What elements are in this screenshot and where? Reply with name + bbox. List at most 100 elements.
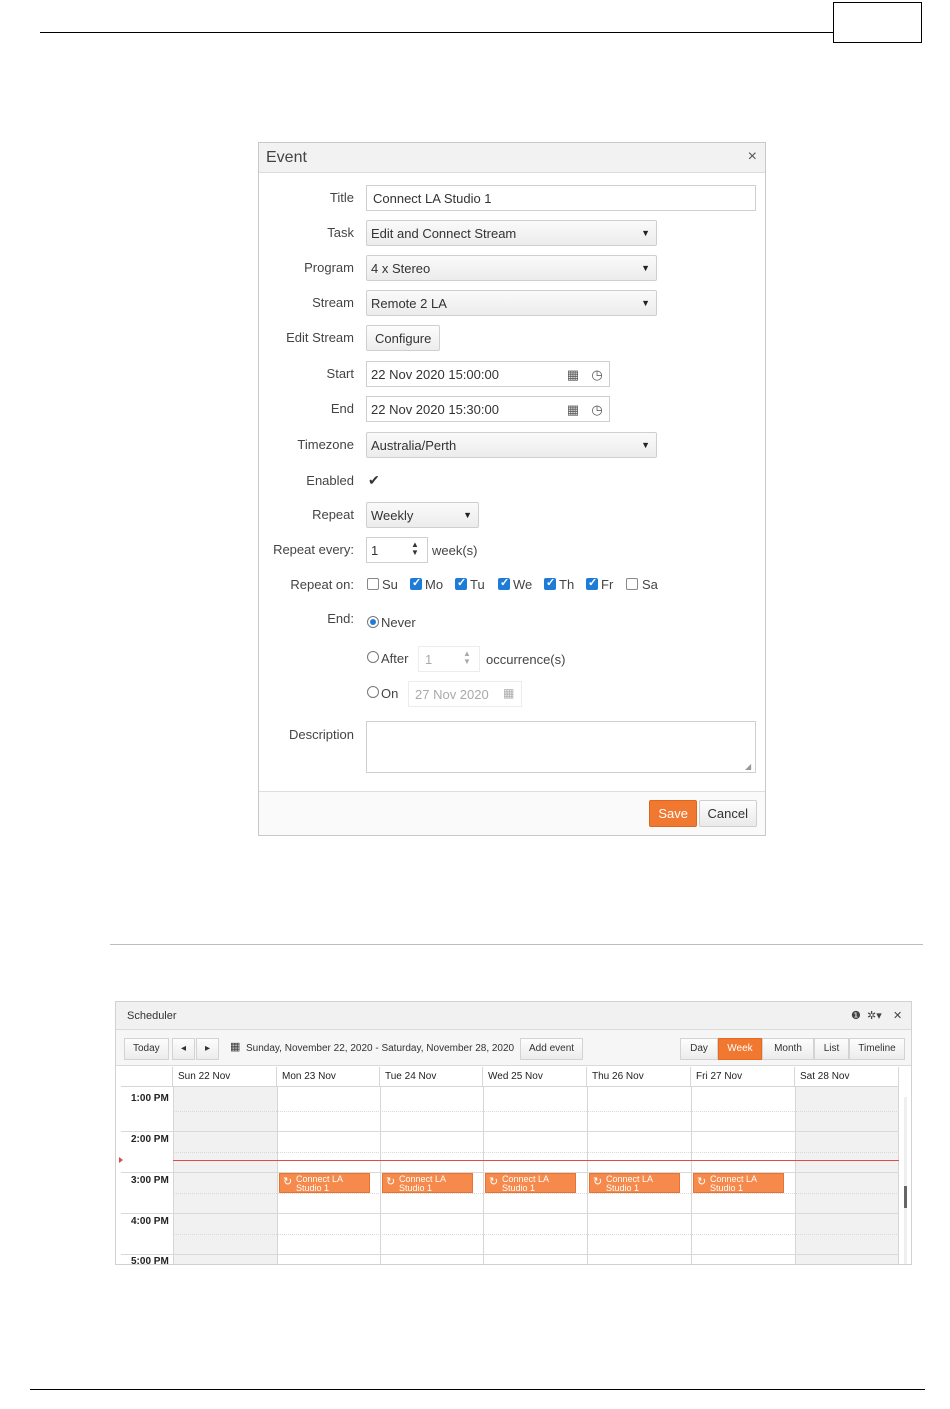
end-rule-label: End: <box>327 611 354 626</box>
event-block[interactable]: ↻ Connect LA Studio 1 <box>382 1173 473 1193</box>
time-label: 5:00 PM <box>131 1256 169 1265</box>
next-button[interactable]: ▸ <box>196 1038 220 1060</box>
end-never-radio[interactable] <box>367 616 379 628</box>
start-label: Start <box>326 366 354 381</box>
grid-line <box>121 1254 899 1255</box>
day-checkbox-we[interactable] <box>498 576 510 590</box>
title-input[interactable]: Connect LA Studio 1 <box>366 185 756 211</box>
dialog-title: Event <box>266 149 307 166</box>
view-timeline-button[interactable]: Timeline <box>849 1038 905 1060</box>
timezone-select[interactable]: Australia/Perth ▼ <box>366 432 657 458</box>
column-header: Fri 27 Nov <box>691 1067 795 1087</box>
repeat-select[interactable]: Weekly ▼ <box>366 502 479 528</box>
gear-icon[interactable]: ✲▾ <box>867 1009 882 1022</box>
chevron-down-icon: ▼ <box>641 263 650 273</box>
task-select[interactable]: Edit and Connect Stream ▼ <box>366 220 657 246</box>
day-checkbox-sa[interactable] <box>626 578 638 590</box>
stepper-arrows-icon[interactable]: ▲ ▼ <box>411 541 419 557</box>
end-datetime-input[interactable]: 22 Nov 2020 15:30:00 ▦ ◷ <box>366 396 610 422</box>
repeat-every-stepper[interactable]: 1 ▲ ▼ <box>366 537 428 563</box>
chevron-down-icon: ▼ <box>463 510 472 520</box>
grid-line <box>898 1087 899 1264</box>
description-label: Description <box>288 727 354 742</box>
event-block[interactable]: ↻ Connect LA Studio 1 <box>485 1173 576 1193</box>
grid-line <box>173 1087 174 1264</box>
grid-line <box>173 1111 899 1112</box>
event-block[interactable]: ↻ Connect LA Studio 1 <box>693 1173 784 1193</box>
event-block[interactable]: ↻ Connect LA Studio 1 <box>589 1173 680 1193</box>
info-icon[interactable]: ❶ <box>851 1009 861 1022</box>
add-event-button[interactable]: Add event <box>520 1038 584 1060</box>
grid-line <box>173 1152 899 1153</box>
column-header: Thu 26 Nov <box>587 1067 691 1087</box>
grid-line <box>380 1087 381 1264</box>
repeat-value: Weekly <box>371 508 414 523</box>
grid-line <box>121 1131 899 1132</box>
repeat-label: Repeat <box>312 507 354 522</box>
start-value: 22 Nov 2020 15:00:00 <box>371 367 499 382</box>
event-block[interactable]: ↻ Connect LA Studio 1 <box>279 1173 370 1193</box>
day-checkbox-fr[interactable] <box>586 576 598 590</box>
recurring-icon: ↻ <box>593 1176 603 1188</box>
save-button[interactable]: Save <box>649 800 697 827</box>
day-checkbox-th[interactable] <box>544 576 556 590</box>
event-title-line2: Studio 1 <box>606 1183 640 1193</box>
event-title-line2: Studio 1 <box>710 1183 744 1193</box>
calendar-icon[interactable]: ▦ <box>230 1040 240 1053</box>
end-on-radio[interactable] <box>367 686 379 698</box>
configure-button[interactable]: Configure <box>366 325 441 351</box>
end-after-radio[interactable] <box>367 651 379 663</box>
day-checkbox-tu[interactable] <box>455 576 467 590</box>
calendar-icon[interactable]: ▦ <box>565 367 581 383</box>
enabled-label: Enabled <box>306 473 354 488</box>
resize-handle-icon[interactable]: ◢ <box>745 762 751 771</box>
event-title-line2: Studio 1 <box>399 1183 433 1193</box>
day-checkbox-mo[interactable] <box>410 576 422 590</box>
clock-icon[interactable]: ◷ <box>589 367 605 383</box>
time-label: 1:00 PM <box>131 1093 169 1104</box>
close-icon[interactable]: × <box>748 148 757 166</box>
end-on-label: On <box>381 686 399 701</box>
view-list-button[interactable]: List <box>814 1038 849 1060</box>
end-on-date-input[interactable]: 27 Nov 2020 ▦ <box>408 681 522 707</box>
day-label-mo: Mo <box>425 577 444 592</box>
header-page-box <box>833 2 922 43</box>
stream-select[interactable]: Remote 2 LA ▼ <box>366 290 657 316</box>
day-checkbox-su[interactable] <box>367 578 379 590</box>
chevron-down-icon: ▼ <box>641 440 650 450</box>
event-title-line2: Studio 1 <box>502 1183 536 1193</box>
calendar-icon[interactable]: ▦ <box>503 686 514 700</box>
scheduler-panel: Scheduler ❶ ✲▾ ✕ Today ◂ ▸ ▦ Sunday, Nov… <box>115 1001 912 1265</box>
end-after-stepper[interactable]: 1 ▲ ▼ <box>418 646 480 672</box>
scheduler-titlebar: Scheduler ❶ ✲▾ ✕ <box>116 1002 911 1030</box>
program-select[interactable]: 4 x Stereo ▼ <box>366 255 657 281</box>
task-value: Edit and Connect Stream <box>371 226 517 241</box>
clock-icon[interactable]: ◷ <box>589 402 605 418</box>
section-divider <box>110 944 923 945</box>
column-header: Sat 28 Nov <box>795 1067 899 1087</box>
prev-button[interactable]: ◂ <box>172 1038 196 1060</box>
close-icon[interactable]: ✕ <box>893 1009 902 1022</box>
stream-label: Stream <box>312 295 354 310</box>
calendar-icon[interactable]: ▦ <box>565 402 581 418</box>
description-textarea[interactable] <box>366 721 756 773</box>
time-label: 3:00 PM <box>131 1175 169 1186</box>
scrollbar-thumb[interactable] <box>904 1186 907 1208</box>
start-datetime-input[interactable]: 22 Nov 2020 15:00:00 ▦ ◷ <box>366 361 610 387</box>
end-value: 22 Nov 2020 15:30:00 <box>371 402 499 417</box>
enabled-checkbox[interactable]: ✔ <box>368 472 380 489</box>
day-label-fr: Fr <box>601 577 614 592</box>
footer-rule <box>30 1389 925 1390</box>
cancel-button[interactable]: Cancel <box>698 800 757 827</box>
view-day-button[interactable]: Day <box>680 1038 718 1060</box>
recurring-icon: ↻ <box>386 1176 396 1188</box>
weekend-column-sat <box>795 1087 899 1264</box>
today-button[interactable]: Today <box>124 1038 169 1060</box>
view-month-button[interactable]: Month <box>762 1038 814 1060</box>
stepper-arrows-icon[interactable]: ▲ ▼ <box>463 650 471 666</box>
week-grid: Sun 22 Nov Mon 23 Nov Tue 24 Nov Wed 25 … <box>119 1067 899 1265</box>
view-week-button[interactable]: Week <box>718 1038 762 1060</box>
grid-line <box>587 1087 588 1264</box>
chevron-left-icon: ◂ <box>181 1043 187 1054</box>
vertical-scrollbar[interactable] <box>904 1097 907 1264</box>
